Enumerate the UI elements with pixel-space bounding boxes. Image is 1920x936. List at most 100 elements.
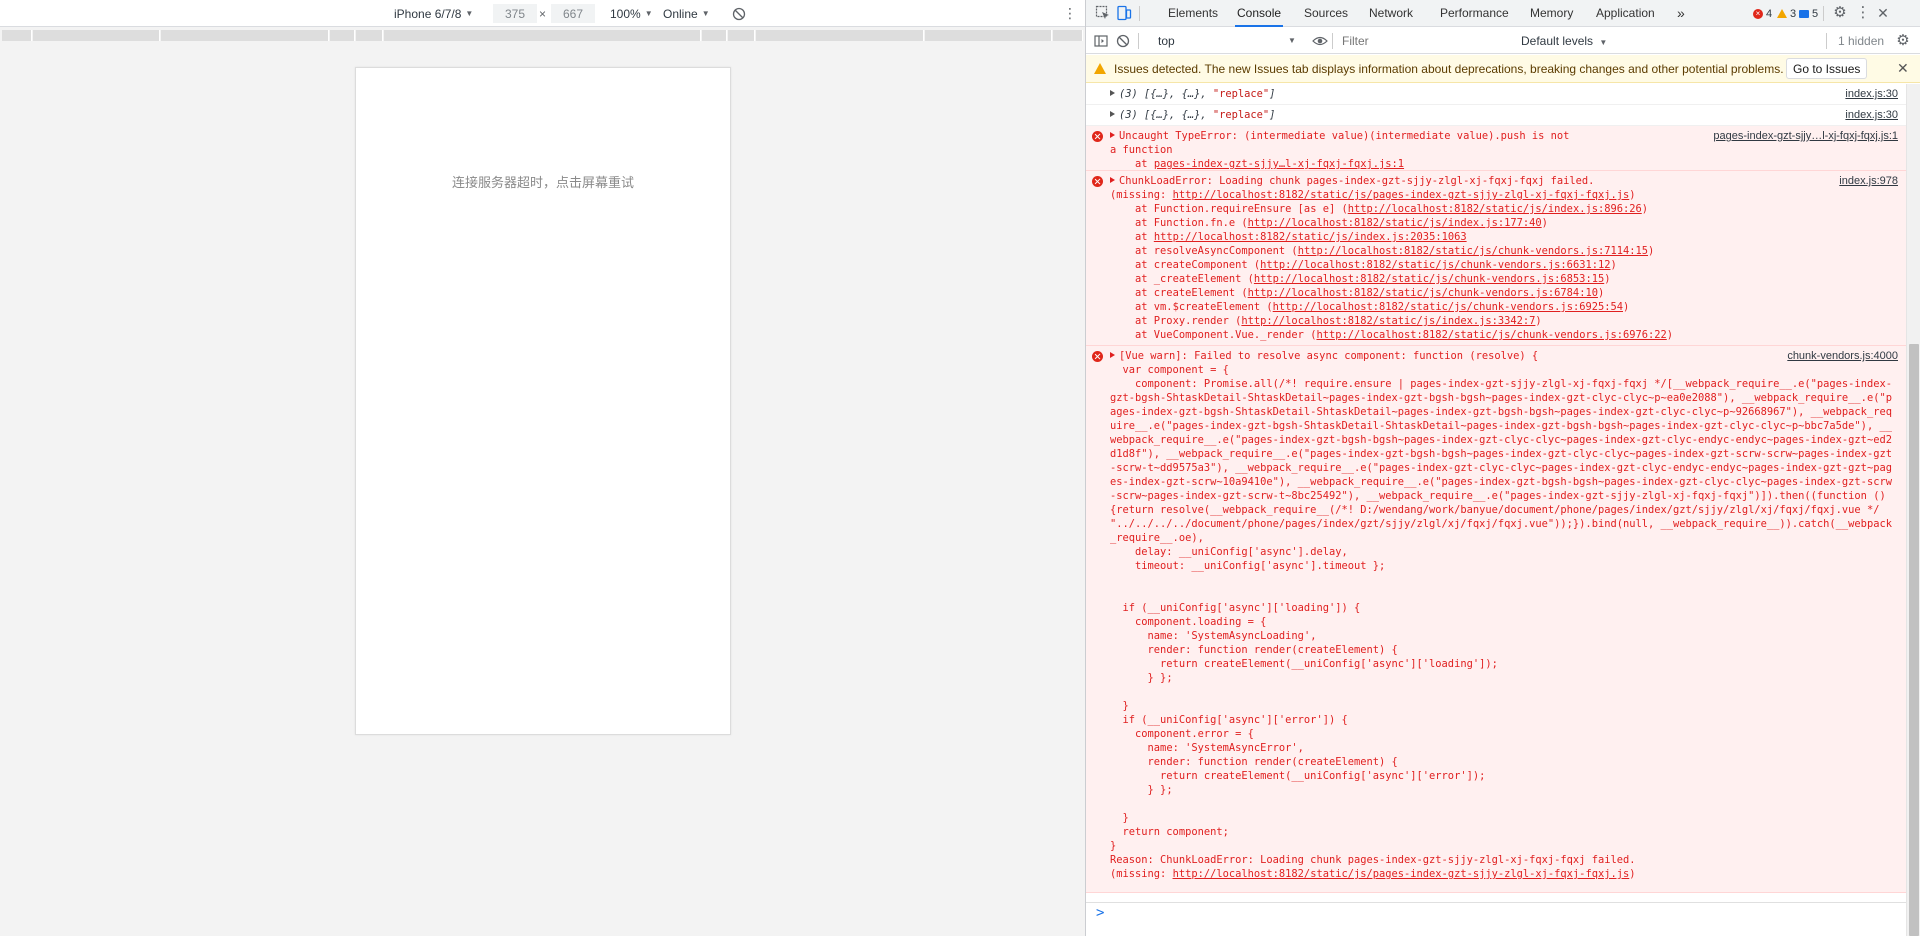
- toolbar-divider: [1823, 6, 1824, 21]
- expand-triangle-icon[interactable]: [1110, 90, 1115, 96]
- expand-triangle-icon[interactable]: [1110, 111, 1115, 117]
- console-log-message[interactable]: (3) [{…}, {…}, "replace"] index.js:30: [1086, 84, 1906, 105]
- context-select[interactable]: top ▼: [1156, 31, 1306, 51]
- log-end: ]: [1269, 88, 1276, 100]
- stack-frame-link[interactable]: http://localhost:8182/static/js/chunk-ve…: [1248, 287, 1598, 299]
- source-link[interactable]: chunk-vendors.js:4000: [1787, 349, 1898, 363]
- close-devtools-icon[interactable]: ✕: [1875, 5, 1891, 21]
- clear-console-icon[interactable]: [1115, 33, 1131, 49]
- warning-count-badge[interactable]: 3: [1777, 0, 1796, 27]
- stack-frame-link[interactable]: http://localhost:8182/static/js/index.js…: [1248, 217, 1542, 229]
- stack-frame-link[interactable]: http://localhost:8182/static/js/chunk-ve…: [1260, 259, 1610, 271]
- media-query-segment[interactable]: [1053, 30, 1083, 41]
- tab-network[interactable]: Network: [1367, 0, 1415, 27]
- media-query-bar[interactable]: [0, 28, 1085, 43]
- zoom-value: 100%: [610, 6, 641, 21]
- stack-frame-link[interactable]: http://localhost:8182/static/js/chunk-ve…: [1316, 329, 1666, 341]
- scrollbar-thumb[interactable]: [1909, 344, 1919, 936]
- media-query-segment[interactable]: [33, 30, 160, 41]
- media-query-segment[interactable]: [161, 30, 329, 41]
- media-query-segment[interactable]: [2, 30, 32, 41]
- tab-memory[interactable]: Memory: [1528, 0, 1575, 27]
- media-query-segment[interactable]: [728, 30, 755, 41]
- source-link[interactable]: pages-index-gzt-sjjy…l-xj-fqxj-fqxj.js:1: [1713, 129, 1898, 143]
- filter-input[interactable]: [1338, 31, 1518, 51]
- source-link[interactable]: index.js:978: [1839, 174, 1898, 188]
- console-error-message[interactable]: ChunkLoadError: Loading chunk pages-inde…: [1086, 171, 1906, 346]
- toolbar-divider: [1139, 6, 1140, 21]
- missing-link[interactable]: http://localhost:8182/static/js/pages-in…: [1173, 189, 1630, 201]
- media-query-segment[interactable]: [756, 30, 924, 41]
- media-query-segment[interactable]: [925, 30, 1052, 41]
- stack-trace: at Function.requireEnsure [as e] (http:/…: [1110, 203, 1673, 341]
- stack-frame-link[interactable]: http://localhost:8182/static/js/index.js…: [1348, 203, 1642, 215]
- media-query-segment[interactable]: [356, 30, 383, 41]
- tab-console[interactable]: Console: [1235, 0, 1284, 27]
- stack-link[interactable]: pages-index-gzt-sjjy…l-xj-fqxj-fqxj.js:1: [1154, 158, 1404, 170]
- device-toolbar-toggle-icon[interactable]: [1116, 5, 1132, 21]
- stack-frame-link[interactable]: http://localhost:8182/static/js/chunk-ve…: [1254, 273, 1604, 285]
- connection-timeout-message[interactable]: 连接服务器超时，点击屏幕重试: [356, 172, 730, 191]
- network-throttle-select[interactable]: Online ▼: [663, 0, 710, 27]
- media-query-segment[interactable]: [702, 30, 727, 41]
- chevron-down-icon: ▼: [1599, 38, 1608, 47]
- stack-frame-prefix: at vm.$createElement (: [1110, 301, 1273, 313]
- expand-triangle-icon[interactable]: [1110, 352, 1115, 358]
- stack-frame-link[interactable]: http://localhost:8182/static/js/index.js…: [1154, 231, 1467, 243]
- console-error-message[interactable]: [Vue warn]: Failed to resolve async comp…: [1086, 346, 1906, 893]
- more-tabs-button[interactable]: »: [1675, 0, 1687, 27]
- error-text: [Vue warn]: Failed to resolve async comp…: [1119, 350, 1539, 362]
- rotate-icon[interactable]: [732, 0, 746, 27]
- expand-triangle-icon[interactable]: [1110, 177, 1115, 183]
- log-levels-value: Default levels: [1521, 34, 1594, 48]
- console-log-message[interactable]: (3) [{…}, {…}, "replace"] index.js:30: [1086, 105, 1906, 126]
- stack-frame-suffix: ): [1604, 273, 1611, 285]
- source-link[interactable]: index.js:30: [1845, 108, 1898, 122]
- stack-frame-prefix: at VueComponent.Vue._render (: [1110, 329, 1317, 341]
- console-settings-gear-icon[interactable]: ⚙: [1895, 33, 1911, 49]
- stack-frame-suffix: ): [1535, 315, 1542, 327]
- height-input[interactable]: [551, 4, 595, 23]
- issues-banner-text: Issues detected. The new Issues tab disp…: [1114, 62, 1784, 76]
- more-options-icon[interactable]: ⋮: [1063, 0, 1077, 27]
- tab-sources[interactable]: Sources: [1302, 0, 1350, 27]
- chevron-down-icon: ▼: [701, 9, 710, 18]
- phone-viewport[interactable]: 连接服务器超时，点击屏幕重试: [355, 67, 731, 735]
- tab-elements[interactable]: Elements: [1166, 0, 1220, 27]
- inspect-element-icon[interactable]: [1095, 5, 1111, 21]
- live-expression-eye-icon[interactable]: [1312, 33, 1328, 49]
- stack-frame-link[interactable]: http://localhost:8182/static/js/chunk-ve…: [1298, 245, 1648, 257]
- stack-frame-suffix: ): [1597, 287, 1605, 299]
- console-error-message[interactable]: Uncaught TypeError: (intermediate value)…: [1086, 126, 1906, 171]
- warning-icon: [1094, 63, 1106, 74]
- console-scrollbar[interactable]: [1906, 84, 1920, 936]
- source-link[interactable]: index.js:30: [1845, 87, 1898, 101]
- tab-performance[interactable]: Performance: [1438, 0, 1511, 27]
- stack-frame-link[interactable]: http://localhost:8182/static/js/chunk-ve…: [1273, 301, 1623, 313]
- expand-triangle-icon[interactable]: [1110, 132, 1115, 138]
- zoom-select[interactable]: 100% ▼: [610, 0, 653, 27]
- tab-application[interactable]: Application: [1594, 0, 1657, 27]
- log-string: "replace": [1212, 88, 1270, 100]
- close-icon[interactable]: ✕: [1897, 60, 1909, 77]
- error-icon: ×: [1753, 8, 1763, 19]
- device-toolbar: iPhone 6/7/8▼ × 100%▼ Online▼ ⋮: [0, 0, 1085, 27]
- missing-link[interactable]: http://localhost:8182/static/js/pages-in…: [1173, 868, 1630, 880]
- console-prompt[interactable]: >: [1086, 902, 1906, 924]
- media-query-segment[interactable]: [330, 30, 355, 41]
- message-count-badge[interactable]: 5: [1799, 0, 1818, 27]
- stack-frame-prefix: at _createElement (: [1110, 273, 1254, 285]
- settings-gear-icon[interactable]: ⚙: [1832, 5, 1848, 21]
- height-input-wrap: [551, 0, 595, 27]
- media-query-segment[interactable]: [384, 30, 701, 41]
- go-to-issues-button[interactable]: Go to Issues: [1786, 58, 1868, 79]
- device-select[interactable]: iPhone 6/7/8 ▼: [394, 0, 473, 27]
- error-count-badge[interactable]: × 4: [1753, 0, 1772, 27]
- log-levels-select[interactable]: Default levels ▼: [1521, 31, 1607, 51]
- stack-frame-link[interactable]: http://localhost:8182/static/js/index.js…: [1241, 315, 1535, 327]
- issues-banner: Issues detected. The new Issues tab disp…: [1086, 55, 1920, 83]
- customize-menu-icon[interactable]: ⋮: [1855, 5, 1871, 21]
- sidebar-toggle-icon[interactable]: [1093, 33, 1109, 49]
- width-input[interactable]: [493, 4, 537, 23]
- stack-frame-suffix: ): [1641, 203, 1649, 215]
